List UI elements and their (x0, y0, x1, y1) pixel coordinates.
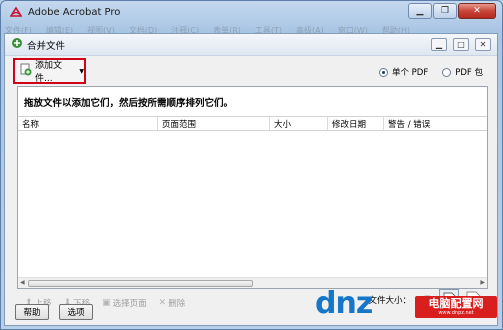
file-list-body[interactable] (18, 131, 487, 269)
dialog-maximize-button[interactable]: □ (453, 38, 469, 51)
radio-pdf-package-label: PDF 包 (455, 68, 483, 78)
radio-pdf-package[interactable]: PDF 包 (442, 66, 483, 78)
options-button[interactable]: 选项 (59, 304, 93, 320)
column-page-range[interactable]: 页面范围 (158, 117, 270, 130)
column-modified-date[interactable]: 修改日期 (328, 117, 384, 130)
dialog-title: 合并文件 (27, 40, 66, 52)
acrobat-logo-icon (9, 5, 23, 19)
choose-pages-button[interactable]: ▣ 选择页面 (102, 297, 147, 309)
scroll-left-icon[interactable]: ◀ (20, 279, 25, 286)
dialog-minimize-button[interactable]: ▁ (431, 38, 447, 51)
file-list-header: 名称 页面范围 大小 修改日期 警告 / 错误 (18, 117, 487, 131)
dialog-titlebar: 合并文件 ▁ □ ✕ (5, 34, 497, 56)
combine-files-dialog: 合并文件 ▁ □ ✕ 添加文件... ▼ 单个 PDF PDF 包 拖放文件以添… (4, 33, 498, 326)
scrollbar-thumb[interactable] (28, 280, 253, 287)
restore-button[interactable]: ❐ (433, 3, 457, 19)
file-actions-row: ⬆ 上移 ⬇ 下移 ▣ 选择页面 ✕ 删除 (25, 297, 197, 309)
minimize-button[interactable]: ▁ (408, 3, 432, 19)
add-files-button[interactable]: 添加文件... ▼ (13, 58, 86, 84)
watermark-badge: 电脑配置网 www.dnpz.net (415, 296, 497, 318)
close-button[interactable]: ✕ (458, 3, 496, 19)
dropdown-arrow-icon: ▼ (79, 67, 84, 75)
scroll-right-icon[interactable]: ▶ (480, 279, 485, 286)
delete-button[interactable]: ✕ 删除 (159, 297, 186, 309)
watermark-logo-text: dnz (315, 286, 373, 321)
radio-single-pdf-label: 单个 PDF (391, 68, 429, 78)
add-file-icon (19, 63, 32, 79)
combine-files-icon (11, 37, 23, 52)
help-button[interactable]: 帮助 (15, 304, 49, 320)
drop-instructions: 拖放文件以添加它们，然后按所需顺序排列它们。 (18, 87, 487, 117)
app-title: Adobe Acrobat Pro (28, 6, 121, 18)
radio-selected-indicator (378, 67, 388, 77)
watermark-badge-sub: www.dnpz.net (438, 310, 474, 316)
output-type-radio-group: 单个 PDF PDF 包 (365, 66, 483, 78)
radio-unselected-indicator (442, 67, 452, 77)
main-titlebar: Adobe Acrobat Pro ▁ ❐ ✕ (1, 1, 502, 23)
page-select-icon: ▣ (102, 298, 111, 308)
column-warnings-errors[interactable]: 警告 / 错误 (384, 117, 487, 130)
delete-label: 删除 (168, 299, 186, 309)
add-files-label: 添加文件... (35, 61, 63, 84)
delete-x-icon: ✕ (158, 298, 167, 308)
radio-single-pdf[interactable]: 单个 PDF (378, 66, 429, 78)
file-list-panel[interactable]: 拖放文件以添加它们，然后按所需顺序排列它们。 名称 页面范围 大小 修改日期 警… (17, 86, 488, 289)
watermark-badge-main: 电脑配置网 (428, 297, 484, 310)
column-size[interactable]: 大小 (270, 117, 328, 130)
dialog-close-button[interactable]: ✕ (475, 38, 491, 51)
choose-pages-label: 选择页面 (112, 299, 147, 309)
column-name[interactable]: 名称 (18, 117, 158, 130)
site-watermark: dnz 电脑配置网 www.dnpz.net (315, 286, 497, 326)
